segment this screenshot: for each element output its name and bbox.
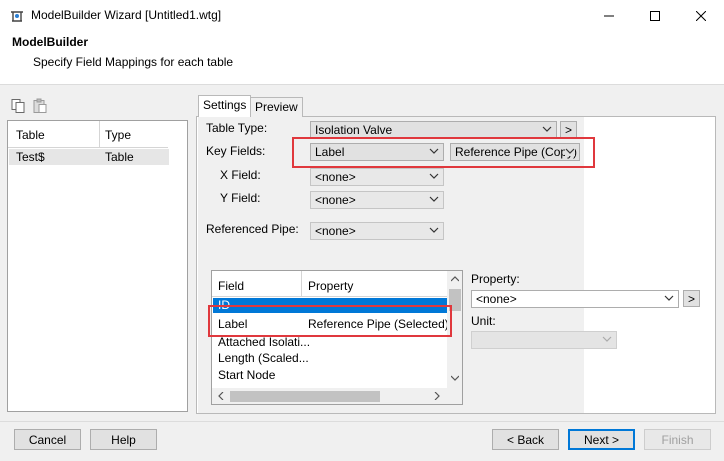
table-list[interactable]: Table Type Test$ Table <box>7 120 188 412</box>
chevron-down-icon <box>429 173 439 179</box>
property-value: <none> <box>476 292 517 306</box>
column-header-field[interactable]: Field <box>218 279 244 293</box>
minimize-icon <box>604 15 614 16</box>
key-field-value: Label <box>315 145 345 159</box>
chevron-down-icon <box>602 336 612 342</box>
property-label: Property: <box>471 272 520 286</box>
chevron-down-icon <box>429 148 439 154</box>
cancel-button[interactable]: Cancel <box>14 429 81 450</box>
table-type-label: Table Type: <box>206 121 268 135</box>
list-item-field[interactable]: Length (Scaled... <box>218 351 309 365</box>
chevron-up-icon[interactable] <box>451 275 459 283</box>
finish-button[interactable]: Finish <box>644 429 711 450</box>
wizard-header: ModelBuilder Specify Field Mappings for … <box>0 31 724 85</box>
chevron-right-icon[interactable] <box>433 392 441 400</box>
chevron-down-icon <box>429 227 439 233</box>
x-field-value: <none> <box>315 170 356 184</box>
more-button-label: > <box>687 291 695 306</box>
y-field-value: <none> <box>315 193 356 207</box>
list-item-field[interactable]: Start Node <box>218 368 275 382</box>
property-select[interactable]: <none> <box>471 290 679 308</box>
help-button[interactable]: Help <box>90 429 157 450</box>
y-field-select[interactable]: <none> <box>310 191 444 209</box>
table-type-more-button[interactable]: > <box>560 121 577 138</box>
back-button[interactable]: < Back <box>492 429 559 450</box>
footer-divider <box>0 421 724 422</box>
field-mapping-list[interactable]: Field Property ID Label Reference Pipe (… <box>211 270 463 405</box>
unit-label: Unit: <box>471 314 496 328</box>
window-title: ModelBuilder Wizard [Untitled1.wtg] <box>31 8 222 22</box>
tab-settings[interactable]: Settings <box>198 95 252 117</box>
referenced-pipe-label: Referenced Pipe: <box>206 222 299 236</box>
paste-icon[interactable] <box>32 98 48 114</box>
key-field-reference-value: Reference Pipe (Copy) <box>455 145 578 159</box>
x-field-select[interactable]: <none> <box>310 168 444 186</box>
maximize-button[interactable] <box>632 0 678 31</box>
key-field-select[interactable]: Label <box>310 143 444 161</box>
horizontal-scrollbar[interactable] <box>212 388 462 404</box>
key-field-reference-select[interactable]: Reference Pipe (Copy) <box>450 143 580 161</box>
chevron-down-icon <box>542 126 552 132</box>
property-more-button[interactable]: > <box>683 290 700 307</box>
minimize-button[interactable] <box>586 0 632 31</box>
y-field-label: Y Field: <box>220 191 261 205</box>
label-row-highlight <box>208 305 452 337</box>
title-bar: ModelBuilder Wizard [Untitled1.wtg] <box>0 0 724 31</box>
column-header-property[interactable]: Property <box>308 279 353 293</box>
close-button[interactable] <box>678 0 724 31</box>
table-type-value: Isolation Valve <box>315 123 393 137</box>
x-field-label: X Field: <box>220 168 261 182</box>
next-button[interactable]: Next > <box>568 429 635 450</box>
modelbuilder-app-icon <box>11 11 23 22</box>
chevron-left-icon[interactable] <box>217 392 225 400</box>
chevron-down-icon <box>664 295 674 301</box>
chevron-down-icon[interactable] <box>451 374 459 382</box>
referenced-pipe-value: <none> <box>315 224 356 238</box>
copy-icon[interactable] <box>10 98 26 114</box>
list-item-field[interactable]: Attached Isolati... <box>218 335 310 349</box>
header-subtitle: Specify Field Mappings for each table <box>33 55 234 69</box>
unit-select[interactable] <box>471 331 617 349</box>
referenced-pipe-select[interactable]: <none> <box>310 222 444 240</box>
maximize-icon <box>650 10 660 21</box>
column-header-table[interactable]: Table <box>16 128 45 142</box>
table-row-type: Table <box>105 150 134 164</box>
tab-preview[interactable]: Preview <box>250 97 303 117</box>
more-button-label: > <box>564 122 572 137</box>
close-icon <box>696 10 706 21</box>
header-title: ModelBuilder <box>12 35 89 49</box>
column-header-type[interactable]: Type <box>105 128 131 142</box>
chevron-down-icon <box>565 146 575 156</box>
scrollbar-thumb[interactable] <box>230 391 380 402</box>
chevron-down-icon <box>429 196 439 202</box>
table-row-name: Test$ <box>16 150 45 164</box>
key-fields-label: Key Fields: <box>206 144 266 158</box>
